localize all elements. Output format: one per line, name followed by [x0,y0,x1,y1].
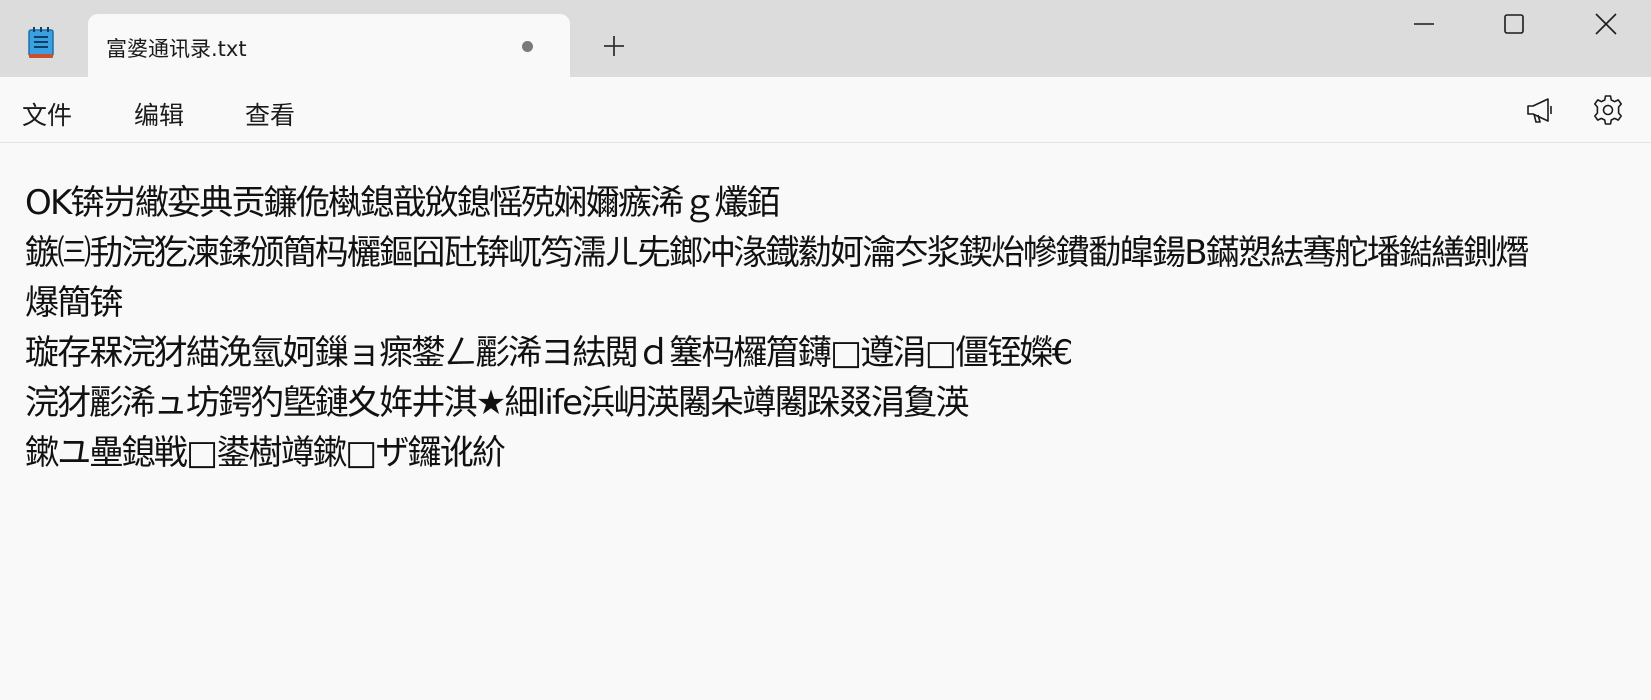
maximize-icon [1504,14,1524,34]
tab-document[interactable]: 富婆通讯录.txt [88,14,570,77]
editor-content[interactable]: OK锛岃繖娈典贡鐮佹槸鎴戠敓鎴愮殑娴嬭瘯浠ｇ爜銆 鏃㈢劧浣犵湅鍒颁簡杩欐鏂囧瓧锛… [25,178,1635,478]
notepad-window: 富婆通讯录.txt 文件 编辑 查看 OK锛岃繖娈典贡鐮佹槸鎴戠敓鎴愮殑娴嬭瘯浠… [0,0,1651,700]
notepad-icon [28,26,54,60]
text-line: 鏃㈢劧浣犵湅鍒颁簡杩欐鏂囧瓧锛屼笉濡ㄦ兂鎯冲湪鐡勬妸瀹冭浆鍥炲幓鐨勫皡鍚B鏋愬紶… [25,233,1530,273]
text-line: 璇存槑浣犲緢浼氫妸鏁ョ瘝鐢ㄥ彲浠ヨ紶閲ｄ簺杩欏篃鑮□遵涓□僵铚嬫€ [25,333,1073,373]
new-tab-button[interactable] [600,32,628,60]
minimize-button[interactable] [1398,8,1450,48]
plus-icon [604,36,624,56]
close-button[interactable] [1580,8,1632,48]
title-bar: 富婆通讯录.txt [0,0,1651,77]
settings-button[interactable] [1590,92,1626,128]
gear-icon [1594,95,1622,125]
whats-new-button[interactable] [1522,92,1558,128]
menu-edit[interactable]: 编辑 [130,94,188,134]
minimize-icon [1414,23,1434,25]
text-line: 浣犲彲浠ュ坊鍔犳墍鏈夊姩井淇★細life浜岄渶闂朵竴闂跺叕涓夐渶 [25,383,969,423]
close-icon [1595,13,1617,35]
text-line: 鏉ユ壘鎴戦□鍙樹竴鏉□ザ鑼讹紒 [25,433,506,473]
megaphone-icon [1527,98,1552,123]
text-line: 爆簡锛 [25,283,123,323]
text-editor[interactable]: OK锛岃繖娈典贡鐮佹槸鎴戠敓鎴愮殑娴嬭瘯浠ｇ爜銆 鏃㈢劧浣犵湅鍒颁簡杩欐鏂囧瓧锛… [0,143,1651,700]
maximize-button[interactable] [1488,8,1540,48]
menu-view[interactable]: 查看 [241,94,299,134]
text-line: OK锛岃繖娈典贡鐮佹槸鎴戠敓鎴愮殑娴嬭瘯浠ｇ爜銆 [25,183,781,223]
menu-file[interactable]: 文件 [18,94,76,134]
tab-title: 富婆通讯录.txt [106,37,247,61]
unsaved-dot-icon[interactable] [522,41,533,52]
menu-bar: 文件 编辑 查看 [0,77,1651,143]
